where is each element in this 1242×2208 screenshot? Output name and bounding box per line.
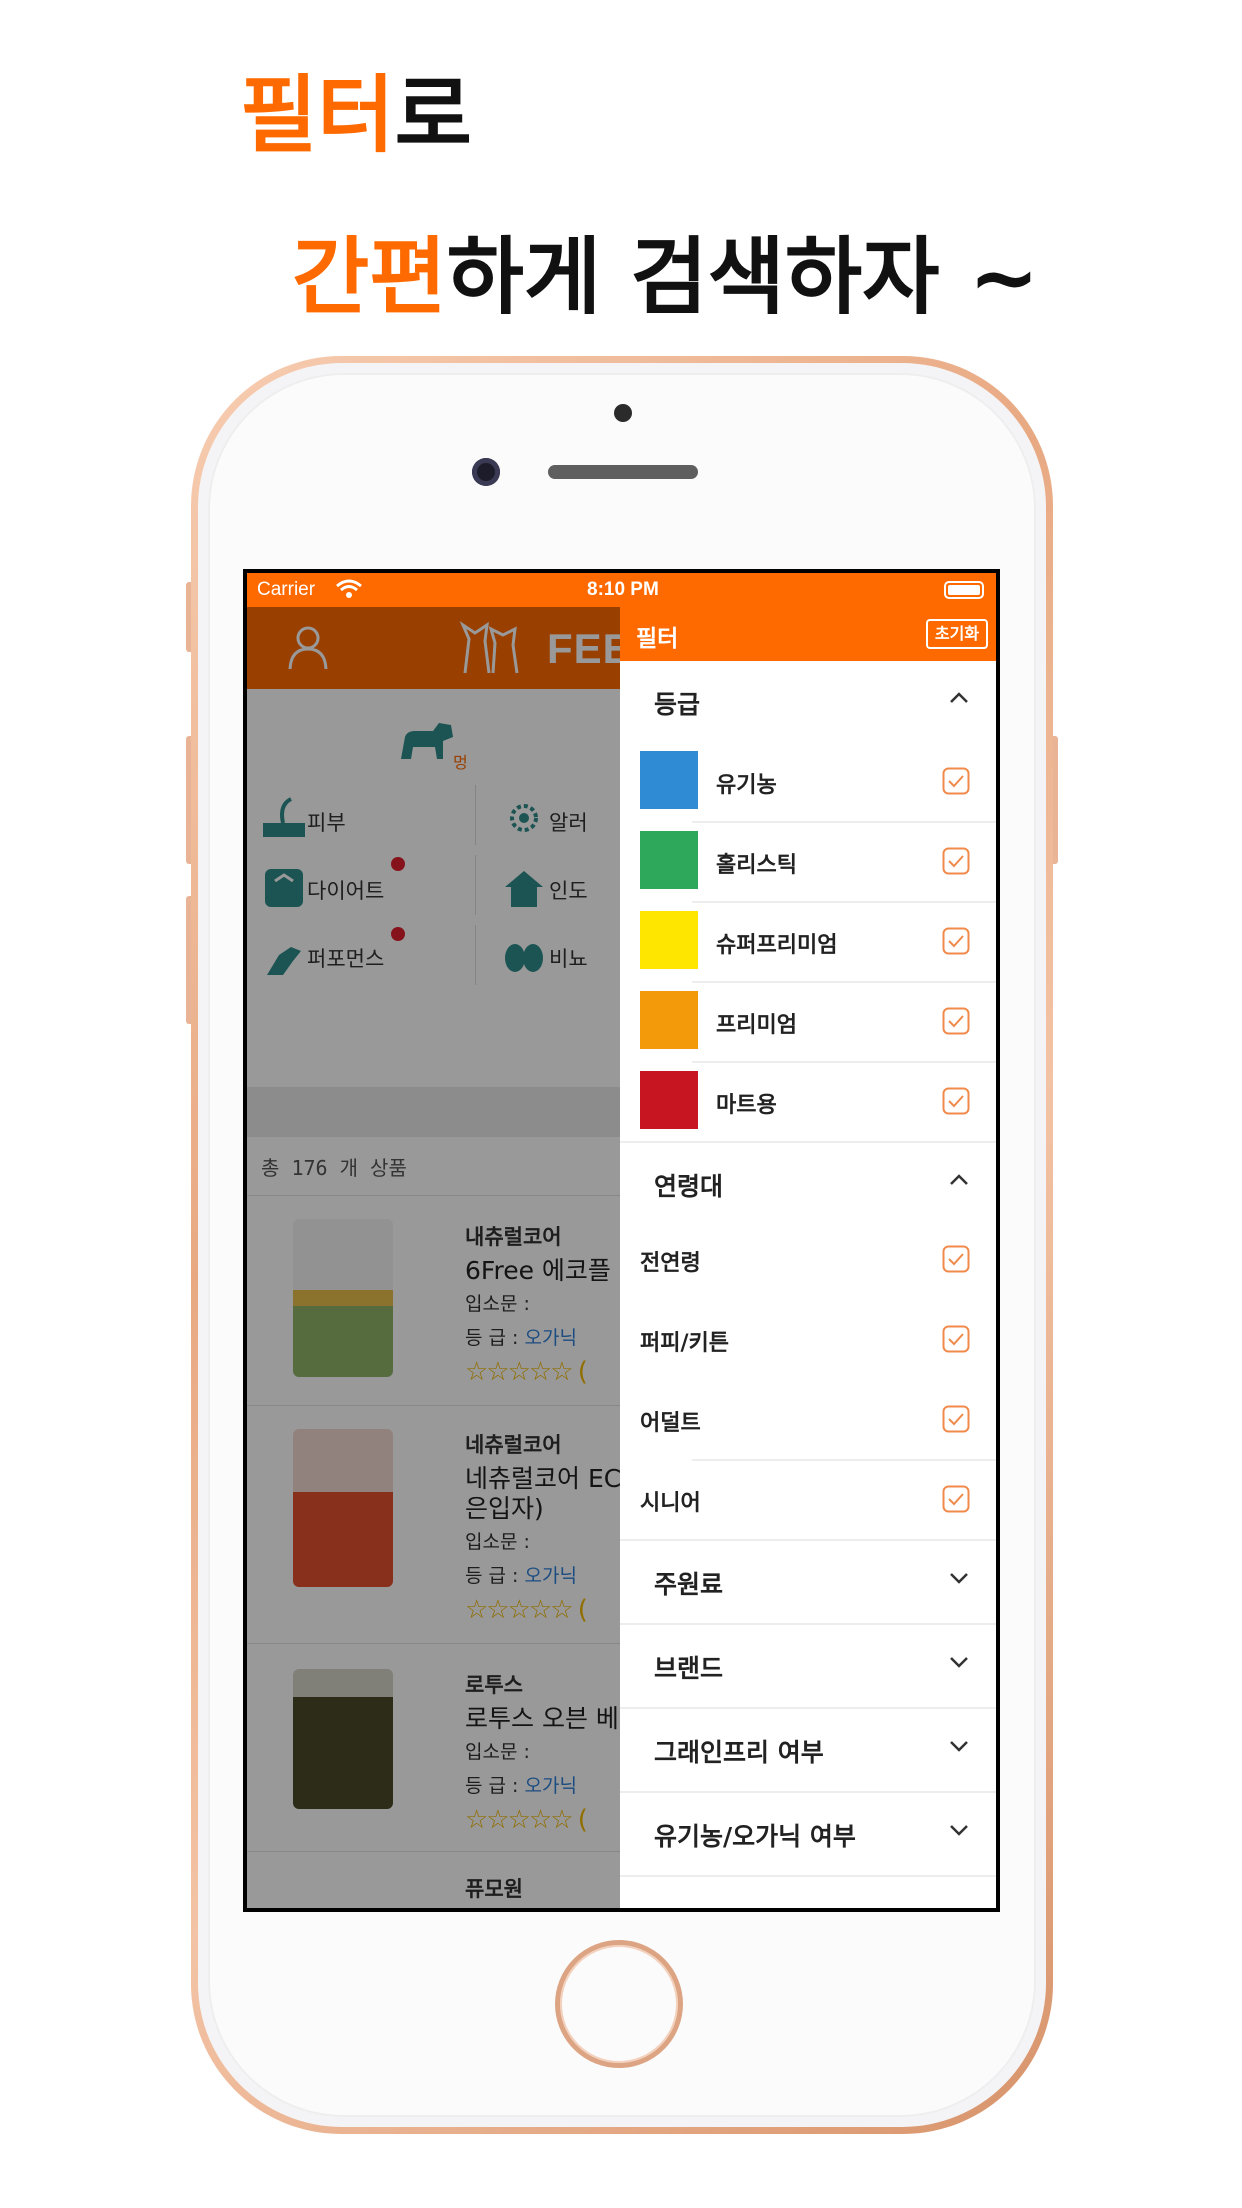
section-header-brand[interactable]: 브랜드 <box>620 1625 996 1705</box>
section-divider <box>620 1875 996 1877</box>
checkbox-checked-icon[interactable] <box>942 927 970 955</box>
section-header-grain-free[interactable]: 그래인프리 여부 <box>620 1709 996 1789</box>
section-title: 그래인프리 여부 <box>654 1738 824 1767</box>
checkbox-checked-icon[interactable] <box>942 1087 970 1115</box>
option-label: 홀리스틱 <box>716 853 797 878</box>
checkbox-checked-icon[interactable] <box>942 1245 970 1273</box>
checkbox-checked-icon[interactable] <box>942 847 970 875</box>
section-title: 연령대 <box>654 1172 724 1201</box>
chevron-down-icon <box>950 1741 968 1752</box>
chevron-down-icon <box>950 1573 968 1584</box>
filter-title: 필터 <box>636 626 679 652</box>
proximity-sensor <box>614 404 632 422</box>
filter-option-adult[interactable]: 어덜트 <box>620 1379 996 1459</box>
chevron-up-icon <box>950 692 968 703</box>
headline-line-2: 간편하게 검색하자 ~ <box>292 222 1039 332</box>
option-label: 프리미엄 <box>716 1013 797 1038</box>
home-button[interactable] <box>555 1940 683 2068</box>
filter-drawer: 필터 초기화 등급 유기농 홀리스틱 슈퍼프리미엄 프리미엄 마트용 연령대 전… <box>620 607 996 1908</box>
screen-content: Carrier 8:10 PM FEE 멍 피부 알러 다이어트 인도 퍼포먼스… <box>247 573 996 1908</box>
checkbox-checked-icon[interactable] <box>942 1405 970 1433</box>
option-label: 퍼피/키튼 <box>640 1331 729 1356</box>
option-label: 유기농 <box>716 773 777 798</box>
filter-option-organic[interactable]: 유기농 <box>620 741 996 821</box>
earpiece-speaker <box>548 465 698 479</box>
filter-option-mart[interactable]: 마트용 <box>620 1061 996 1141</box>
checkbox-checked-icon[interactable] <box>942 1325 970 1353</box>
battery-icon <box>944 581 984 599</box>
wifi-icon <box>336 579 362 598</box>
section-title: 등급 <box>654 690 701 719</box>
status-bar: Carrier 8:10 PM <box>247 573 996 607</box>
section-header-grade[interactable]: 등급 <box>620 661 996 741</box>
section-header-age[interactable]: 연령대 <box>620 1143 996 1223</box>
grade-color-swatch <box>640 751 698 809</box>
front-camera <box>472 458 500 486</box>
grade-color-swatch <box>640 991 698 1049</box>
option-label: 슈퍼프리미엄 <box>716 933 838 958</box>
section-title: 유기농/오가닉 여부 <box>654 1822 856 1851</box>
chevron-down-icon <box>950 1657 968 1668</box>
grade-color-swatch <box>640 1071 698 1129</box>
section-header-main-ingredient[interactable]: 주원료 <box>620 1541 996 1621</box>
filter-option-holistic[interactable]: 홀리스틱 <box>620 821 996 901</box>
filter-option-premium[interactable]: 프리미엄 <box>620 981 996 1061</box>
chevron-down-icon <box>950 1825 968 1836</box>
filter-option-all-ages[interactable]: 전연령 <box>620 1219 996 1299</box>
headline-rest-1: 로 <box>394 66 472 164</box>
phone-screen: Carrier 8:10 PM FEE 멍 피부 알러 다이어트 인도 퍼포먼스… <box>243 569 1000 1912</box>
option-label: 어덜트 <box>640 1411 701 1436</box>
filter-option-senior[interactable]: 시니어 <box>620 1459 996 1539</box>
grade-color-swatch <box>640 831 698 889</box>
section-title: 주원료 <box>654 1570 724 1599</box>
option-label: 전연령 <box>640 1251 701 1276</box>
status-time: 8:10 PM <box>587 579 659 600</box>
checkbox-checked-icon[interactable] <box>942 1007 970 1035</box>
headline-line-1: 필터로 <box>240 60 472 170</box>
checkbox-checked-icon[interactable] <box>942 1485 970 1513</box>
option-label: 시니어 <box>640 1491 701 1516</box>
filter-option-super-premium[interactable]: 슈퍼프리미엄 <box>620 901 996 981</box>
headline-rest-2: 하게 검색하자 ~ <box>446 228 1040 326</box>
reset-button[interactable]: 초기화 <box>926 619 988 649</box>
section-title: 브랜드 <box>654 1654 724 1683</box>
chevron-up-icon <box>950 1174 968 1185</box>
section-header-organic[interactable]: 유기농/오가닉 여부 <box>620 1793 996 1873</box>
carrier-label: Carrier <box>257 579 316 600</box>
filter-option-puppy-kitten[interactable]: 퍼피/키튼 <box>620 1299 996 1379</box>
filter-header: 필터 초기화 <box>620 607 996 661</box>
headline-accent-1: 필터 <box>240 66 395 164</box>
grade-color-swatch <box>640 911 698 969</box>
checkbox-checked-icon[interactable] <box>942 767 970 795</box>
headline-accent-2: 간편 <box>292 228 447 326</box>
option-label: 마트용 <box>716 1093 777 1118</box>
